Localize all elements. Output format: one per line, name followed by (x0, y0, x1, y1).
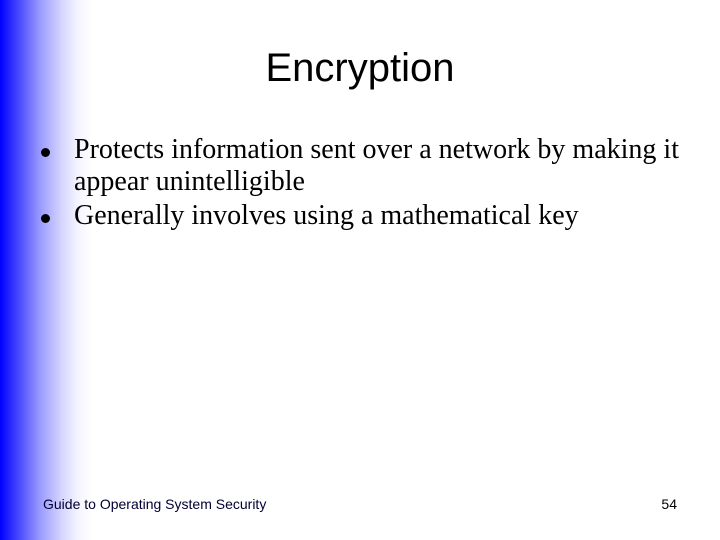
bullet-text: Generally involves using a mathematical … (74, 200, 579, 231)
footer-title: Guide to Operating System Security (43, 496, 267, 512)
bullet-dot-icon (41, 214, 50, 223)
bullet-item: Generally involves using a mathematical … (40, 200, 700, 232)
bullet-dot-icon (41, 148, 50, 157)
bullet-item: Protects information sent over a network… (40, 134, 700, 198)
bullet-text: Protects information sent over a network… (74, 134, 679, 197)
slide: Encryption Protects information sent ove… (0, 0, 720, 540)
page-number: 54 (661, 496, 677, 512)
bullet-list: Protects information sent over a network… (40, 134, 700, 234)
slide-title: Encryption (265, 46, 455, 90)
